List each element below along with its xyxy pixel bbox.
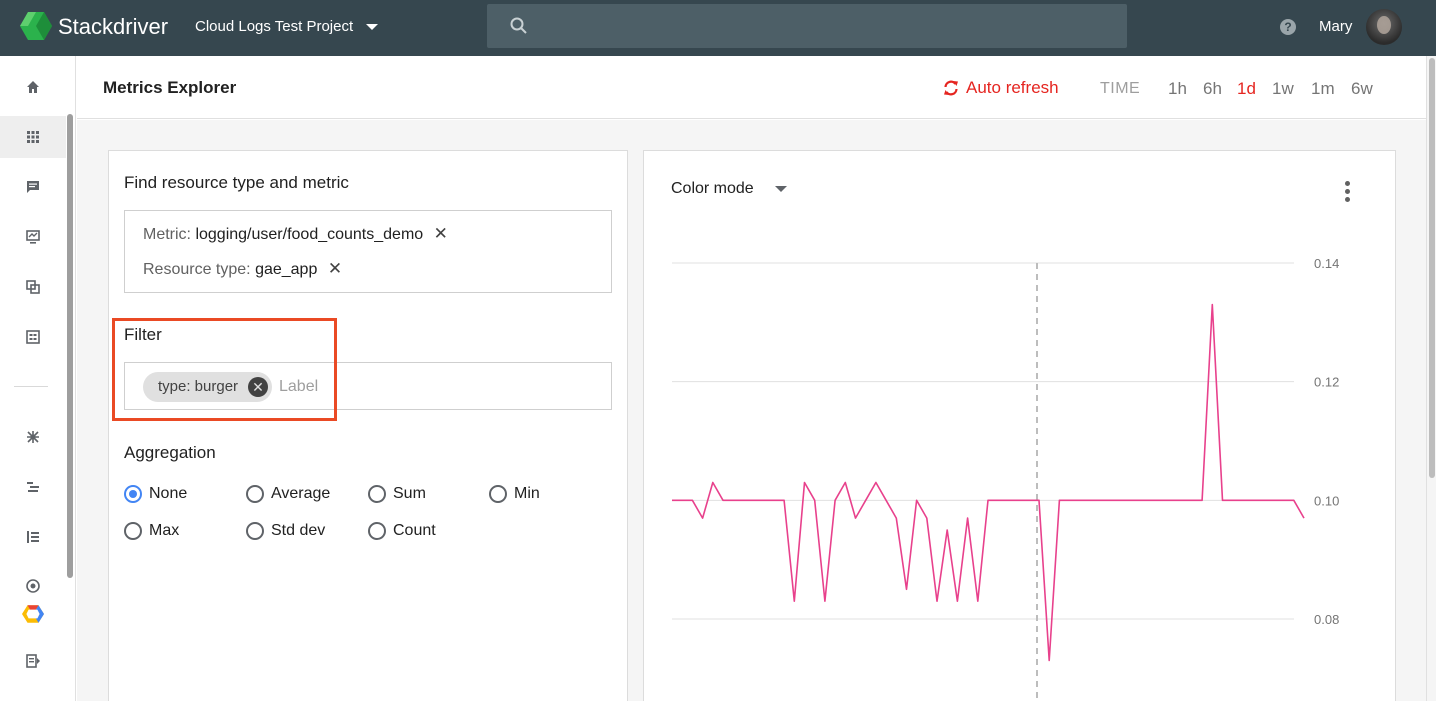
search-bar[interactable]: [487, 4, 1127, 48]
resources-icon: [26, 280, 40, 294]
nav-monitoring[interactable]: [0, 216, 66, 258]
nav-trace[interactable]: [0, 466, 66, 508]
left-nav: [0, 56, 76, 701]
stackdriver-logo-icon: [20, 12, 52, 40]
help-icon[interactable]: ?: [1280, 19, 1296, 35]
trace-icon: [27, 482, 39, 492]
nav-divider: [14, 386, 48, 387]
time-option-1h[interactable]: 1h: [1168, 79, 1187, 99]
radio-label: Min: [514, 485, 540, 502]
logs-icon: [27, 181, 39, 193]
nav-dashboards[interactable]: [0, 116, 66, 158]
find-resource-title: Find resource type and metric: [124, 173, 349, 192]
uptime-icon: [26, 579, 40, 593]
search-icon: [510, 17, 527, 34]
aggregation-max-radio[interactable]: Max: [124, 520, 179, 542]
metric-selector[interactable]: Metric: logging/user/food_counts_demo ✕ …: [124, 210, 612, 293]
refresh-icon: [944, 80, 958, 96]
resource-chip: Resource type: gae_app ✕: [143, 259, 342, 280]
nav-export[interactable]: [0, 640, 66, 682]
metric-label: Metric:: [143, 226, 191, 243]
auto-refresh-button[interactable]: Auto refresh: [942, 76, 1059, 100]
nav-scrollbar[interactable]: [67, 114, 73, 578]
aggregation-none-radio[interactable]: None: [124, 483, 187, 505]
radio-circle: [368, 485, 386, 503]
monitoring-icon: [26, 230, 40, 244]
debug-icon: [27, 431, 39, 443]
nav-profiler[interactable]: [0, 516, 66, 558]
avatar[interactable]: [1366, 9, 1402, 45]
chart-panel: Color mode 0.14 0.12 0.10 0.08: [643, 150, 1396, 701]
aggregation-average-radio[interactable]: Average: [246, 483, 330, 505]
remove-resource-icon[interactable]: ✕: [328, 259, 342, 279]
home-icon: [27, 81, 39, 93]
project-selector[interactable]: Cloud Logs Test Project: [195, 18, 353, 36]
radio-label: Count: [393, 522, 436, 539]
aggregation-sum-radio[interactable]: Sum: [368, 483, 426, 505]
project-dropdown-icon[interactable]: [366, 24, 378, 30]
y-tick-label: 0.10: [1314, 493, 1339, 508]
radio-label: Max: [149, 522, 180, 539]
radio-label: Sum: [393, 485, 426, 502]
page-scrollbar-thumb[interactable]: [1429, 58, 1435, 478]
radio-circle: [246, 485, 264, 503]
export-icon: [26, 654, 40, 668]
metric-line-chart[interactable]: 0.14 0.12 0.10 0.08: [644, 151, 1397, 701]
y-tick-label: 0.08: [1314, 612, 1339, 627]
time-option-6w[interactable]: 6w: [1351, 79, 1373, 99]
profiler-icon: [27, 531, 39, 543]
time-option-1m[interactable]: 1m: [1311, 79, 1335, 99]
time-option-1d[interactable]: 1d: [1237, 79, 1256, 99]
radio-label: None: [149, 485, 188, 502]
page-title: Metrics Explorer: [103, 78, 237, 97]
aggregation-count-radio[interactable]: Count: [368, 520, 436, 542]
resource-type-label: Resource type:: [143, 261, 251, 278]
aggregation-title: Aggregation: [124, 443, 216, 462]
auto-refresh-label: Auto refresh: [966, 78, 1059, 97]
y-tick-label: 0.14: [1314, 256, 1339, 271]
aggregation-stddev-radio[interactable]: Std dev: [246, 520, 325, 542]
query-panel: Find resource type and metric Metric: lo…: [108, 150, 628, 701]
radio-circle: [124, 485, 142, 503]
metric-chip: Metric: logging/user/food_counts_demo ✕: [143, 224, 448, 245]
time-option-6h[interactable]: 6h: [1203, 79, 1222, 99]
nav-logs[interactable]: [0, 166, 66, 208]
remove-metric-icon[interactable]: ✕: [434, 224, 448, 244]
nav-home[interactable]: [0, 66, 66, 108]
gcp-icon: [22, 605, 44, 623]
nav-gcp[interactable]: [0, 594, 66, 634]
nav-resources[interactable]: [0, 266, 66, 308]
time-option-1w[interactable]: 1w: [1272, 79, 1294, 99]
dashboard-grid-icon: [27, 131, 39, 143]
resource-type-value: gae_app: [255, 261, 318, 278]
series-line[interactable]: [672, 303, 1305, 662]
user-name: Mary: [1319, 18, 1353, 35]
page-scrollbar[interactable]: [1426, 56, 1436, 701]
nav-debug[interactable]: [0, 416, 66, 458]
filter-highlight-box: [112, 318, 337, 421]
radio-circle: [246, 522, 264, 540]
page-header: Metrics Explorer Auto refresh TIME 1h 6h…: [77, 56, 1426, 119]
radio-label: Average: [271, 485, 331, 502]
metric-value: logging/user/food_counts_demo: [195, 226, 424, 243]
nav-table[interactable]: [0, 316, 66, 358]
radio-circle: [368, 522, 386, 540]
time-label: TIME: [1100, 80, 1141, 97]
top-bar: Stackdriver Cloud Logs Test Project ? Ma…: [0, 0, 1436, 56]
radio-circle: [124, 522, 142, 540]
y-tick-label: 0.12: [1314, 375, 1339, 390]
aggregation-min-radio[interactable]: Min: [489, 483, 540, 505]
table-icon: [26, 330, 40, 344]
radio-label: Std dev: [271, 522, 326, 539]
radio-circle: [489, 485, 507, 503]
brand-name: Stackdriver: [58, 14, 169, 39]
